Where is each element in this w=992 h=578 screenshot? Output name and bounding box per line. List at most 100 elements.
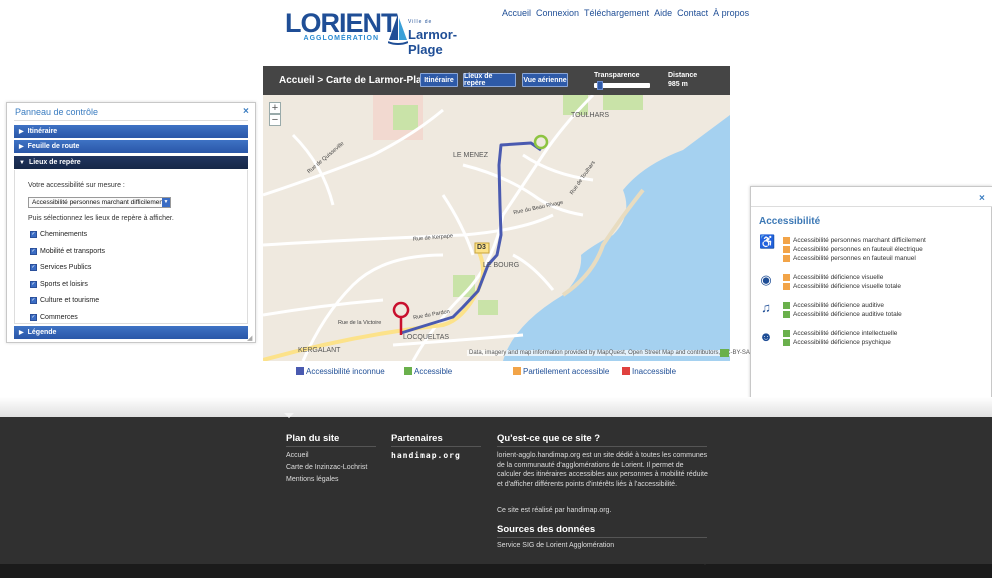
- checkbox-label: Services Publics: [40, 264, 92, 271]
- control-panel-title: Panneau de contrôle: [15, 107, 99, 117]
- road-d3: [263, 249, 485, 361]
- access-swatch: [783, 274, 790, 281]
- checkbox-label: Culture et tourisme: [40, 297, 100, 304]
- checkbox-cheminements[interactable]: ✓ Cheminements: [30, 231, 87, 238]
- nav-contact[interactable]: Contact: [677, 8, 708, 18]
- lorient-logo-word: LORIENT: [285, 8, 398, 38]
- footer-link-accueil[interactable]: Accueil: [286, 452, 309, 459]
- chevron-right-icon: ▶: [19, 129, 24, 135]
- checkbox-sports-loisirs[interactable]: ✓ Sports et loisirs: [30, 281, 88, 288]
- vue-aerienne-button[interactable]: Vue aérienne: [522, 73, 568, 87]
- larmor-plage-logo-ville: Ville de: [408, 19, 433, 25]
- accessibility-panel-header: [751, 187, 992, 207]
- access-item: Accessibilité déficience auditive totale: [783, 311, 902, 318]
- accessibility-select[interactable]: Accessibilité personnes marchant diffici…: [28, 197, 171, 208]
- access-swatch: [783, 302, 790, 309]
- access-label: Accessibilité déficience auditive: [793, 302, 885, 309]
- control-panel-close-icon[interactable]: ×: [243, 106, 249, 117]
- legend-swatch-partiel: [513, 367, 521, 375]
- checkbox-checked-icon[interactable]: ✓: [30, 231, 37, 238]
- chevron-right-icon: ▶: [19, 144, 24, 150]
- section-legende[interactable]: ▶ Légende: [14, 326, 248, 339]
- larmor-plage-logo[interactable]: Ville de Larmor-Plage: [388, 12, 473, 57]
- footer-divider: [497, 446, 707, 447]
- access-label: Accessibilité déficience intellectuelle: [793, 330, 898, 337]
- legend-swatch-accessible: [404, 367, 412, 375]
- sea-area: [503, 115, 730, 361]
- poi-instruction: Puis sélectionnez les lieux de repère à …: [28, 215, 174, 222]
- footer-about-title: Qu'est-ce que ce site ?: [497, 433, 601, 444]
- section-itineraire[interactable]: ▶ Itinéraire: [14, 125, 248, 138]
- mind-icon: ☻: [759, 329, 773, 344]
- zoom-in-button[interactable]: +: [269, 102, 281, 114]
- footer-divider: [286, 446, 376, 447]
- route-start-marker: [533, 134, 549, 150]
- section-feuille-de-route[interactable]: ▶ Feuille de route: [14, 140, 248, 153]
- access-swatch: [783, 330, 790, 337]
- access-item: Accessibilité personnes en fauteuil manu…: [783, 255, 916, 262]
- access-item: Accessibilité déficience visuelle: [783, 274, 883, 281]
- lorient-logo[interactable]: LORIENT AGGLOMÉRATION: [285, 8, 398, 44]
- accessibility-panel-title: Accessibilité: [759, 216, 821, 227]
- footer-sources-text: Service SIG de Lorient Agglomération: [497, 542, 615, 549]
- checkbox-commerces[interactable]: ✓ Commerces: [30, 314, 78, 321]
- footer-divider: [391, 446, 481, 447]
- distance-value: 985 m: [668, 81, 688, 88]
- footer-partners-title: Partenaires: [391, 433, 443, 444]
- wheelchair-icon: ♿: [759, 234, 776, 249]
- chevron-right-icon: ▶: [19, 330, 24, 336]
- map-label-le-menez: LE MENEZ: [453, 152, 489, 159]
- map-svg: [263, 95, 730, 361]
- checkbox-checked-icon[interactable]: ✓: [30, 281, 37, 288]
- transparence-slider-handle[interactable]: [596, 81, 603, 90]
- nav-a-propos[interactable]: À propos: [713, 8, 749, 18]
- checkbox-checked-icon[interactable]: ✓: [30, 248, 37, 255]
- access-label: Accessibilité personnes marchant diffici…: [793, 237, 926, 244]
- nav-accueil[interactable]: Accueil: [502, 8, 531, 18]
- map-attribution: Data, imagery and map information provid…: [467, 350, 752, 356]
- legend-swatch-inaccessible: [622, 367, 630, 375]
- access-label: Accessibilité déficience visuelle: [793, 274, 884, 281]
- select-arrow-icon[interactable]: ▼: [162, 198, 170, 207]
- checkbox-mobilite-transports[interactable]: ✓ Mobilité et transports: [30, 248, 105, 255]
- nav-connexion[interactable]: Connexion: [536, 8, 579, 18]
- section-lieux-de-repere[interactable]: ▼ Lieux de repère: [14, 156, 248, 169]
- footer-link-carte[interactable]: Carte de Inzinzac-Lochrist: [286, 464, 367, 471]
- checkbox-checked-icon[interactable]: ✓: [30, 264, 37, 271]
- park-area: [393, 105, 418, 130]
- control-panel-divider: [14, 120, 248, 121]
- section-itineraire-label: Itinéraire: [27, 128, 58, 135]
- legend-label-accessible: Accessible: [414, 367, 453, 376]
- park-area: [603, 95, 643, 110]
- handimap-logo[interactable]: handimap.org: [391, 451, 461, 460]
- lieux-de-repere-button[interactable]: Lieux de repère: [463, 73, 516, 87]
- checkbox-checked-icon[interactable]: ✓: [30, 297, 37, 304]
- nav-telechargement[interactable]: Téléchargement: [584, 8, 649, 18]
- accessibility-panel-close-icon[interactable]: ×: [979, 193, 985, 204]
- section-legende-label: Légende: [27, 329, 57, 336]
- footer: [0, 417, 992, 564]
- map-canvas[interactable]: D3 TOULHARS LE MENEZ LE BOURG LOCQUELTAS…: [263, 95, 730, 361]
- zoom-out-button[interactable]: −: [269, 114, 281, 126]
- footer-link-mentions[interactable]: Mentions légales: [286, 476, 339, 483]
- ear-icon: ♫: [761, 300, 771, 315]
- access-swatch: [783, 255, 790, 262]
- legend-swatch-inconnue: [296, 367, 304, 375]
- legend-label-inaccessible: Inaccessible: [632, 367, 677, 376]
- checkbox-label: Cheminements: [40, 231, 88, 238]
- checkbox-services-publics[interactable]: ✓ Services Publics: [30, 264, 91, 271]
- access-swatch: [783, 283, 790, 290]
- access-label: Accessibilité déficience visuelle totale: [793, 283, 902, 290]
- checkbox-checked-icon[interactable]: ✓: [30, 314, 37, 321]
- checkbox-culture-tourisme[interactable]: ✓ Culture et tourisme: [30, 297, 99, 304]
- itineraire-button[interactable]: Itinéraire: [420, 73, 458, 87]
- breadcrumb: Accueil > Carte de Larmor-Plage: [279, 75, 434, 86]
- section-feuille-de-route-label: Feuille de route: [27, 143, 80, 150]
- access-item: Accessibilité déficience auditive: [783, 302, 884, 309]
- access-item: Accessibilité déficience visuelle totale: [783, 283, 901, 290]
- nav-aide[interactable]: Aide: [654, 8, 672, 18]
- footer-made-by: Ce site est réalisé par handimap.org.: [497, 507, 612, 514]
- map-label-d3: D3: [477, 244, 486, 251]
- resize-grip-icon[interactable]: ◢: [247, 334, 252, 342]
- transparence-label: Transparence: [594, 72, 640, 79]
